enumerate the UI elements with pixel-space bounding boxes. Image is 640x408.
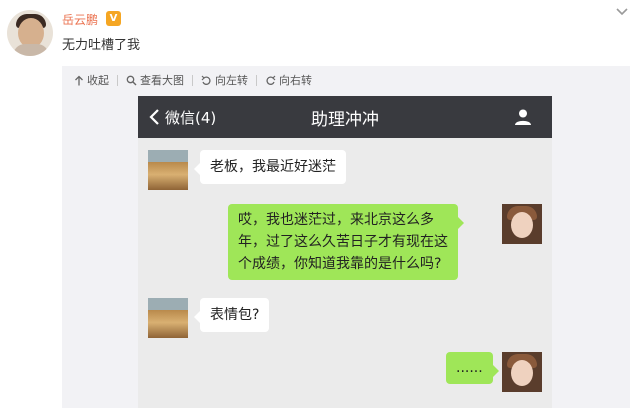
chat-bubble-received: 老板，我最近好迷茫 bbox=[194, 150, 346, 184]
post-text: 无力吐槽了我 bbox=[62, 38, 141, 53]
toolbar-divider bbox=[192, 74, 193, 86]
message-line: 哎，我也迷茫过，来北京这么多 bbox=[238, 212, 434, 228]
username-link[interactable]: 岳云鹏 bbox=[62, 11, 98, 28]
collapse-button[interactable]: 收起 bbox=[74, 72, 109, 88]
arrow-up-icon bbox=[75, 75, 83, 85]
image-toolbar: 收起 查看大图 向左转 向右转 bbox=[74, 72, 312, 88]
view-large-label: 查看大图 bbox=[140, 74, 184, 87]
avatar-desert bbox=[148, 310, 188, 338]
view-large-button[interactable]: 查看大图 bbox=[126, 72, 184, 88]
media-viewer: 收起 查看大图 向左转 向右转 微信(4) 助理冲冲 老板，我最近好迷茫 哎，我… bbox=[62, 66, 630, 408]
message-line: 个成绩，你知道我靠的是什么吗? bbox=[238, 256, 442, 272]
message-text: 老板，我最近好迷茫 bbox=[210, 159, 336, 175]
person-icon bbox=[515, 109, 531, 125]
chat-screenshot-image[interactable]: 微信(4) 助理冲冲 老板，我最近好迷茫 哎，我也迷茫过，来北京这么多 年，过了… bbox=[138, 96, 552, 408]
verified-badge-icon: V bbox=[106, 11, 121, 26]
rotate-right-button[interactable]: 向右转 bbox=[265, 72, 312, 88]
rotate-left-button[interactable]: 向左转 bbox=[201, 72, 248, 88]
avatar-face bbox=[511, 360, 533, 386]
chat-bubble-received: 表情包? bbox=[193, 298, 270, 332]
self-avatar bbox=[502, 352, 542, 392]
rotate-right-icon bbox=[266, 75, 276, 85]
user-avatar[interactable] bbox=[7, 10, 53, 56]
magnifier-icon bbox=[126, 75, 137, 85]
message-line: ...... bbox=[456, 360, 483, 376]
contact-avatar bbox=[148, 298, 188, 338]
chat-title: 助理冲冲 bbox=[311, 110, 379, 130]
avatar-face bbox=[511, 212, 533, 238]
rotate-left-icon bbox=[201, 75, 211, 85]
avatar-body bbox=[13, 44, 49, 56]
toolbar-divider bbox=[117, 74, 118, 86]
toolbar-divider bbox=[256, 74, 257, 86]
contact-avatar bbox=[148, 150, 188, 190]
self-avatar bbox=[502, 204, 542, 244]
weibo-post: 岳云鹏 V 无力吐槽了我 收起 查看大图 向左转 向右转 微信(4) 助理冲冲 … bbox=[0, 0, 640, 408]
message-line: 年，过了这么久苦日子才有现在这 bbox=[238, 234, 448, 250]
collapse-label: 收起 bbox=[87, 74, 109, 87]
chevron-down-icon[interactable] bbox=[614, 5, 630, 19]
chat-bubble-sent: 哎，我也迷茫过，来北京这么多 年，过了这么久苦日子才有现在这 个成绩，你知道我靠… bbox=[228, 204, 464, 280]
message-text: 表情包? bbox=[210, 307, 260, 323]
avatar-desert bbox=[148, 162, 188, 190]
rotate-right-label: 向右转 bbox=[279, 74, 312, 87]
rotate-left-label: 向左转 bbox=[215, 74, 248, 87]
chat-top-bar: 微信(4) 助理冲冲 bbox=[138, 96, 552, 138]
chat-bubble-sent: ...... bbox=[446, 352, 499, 384]
